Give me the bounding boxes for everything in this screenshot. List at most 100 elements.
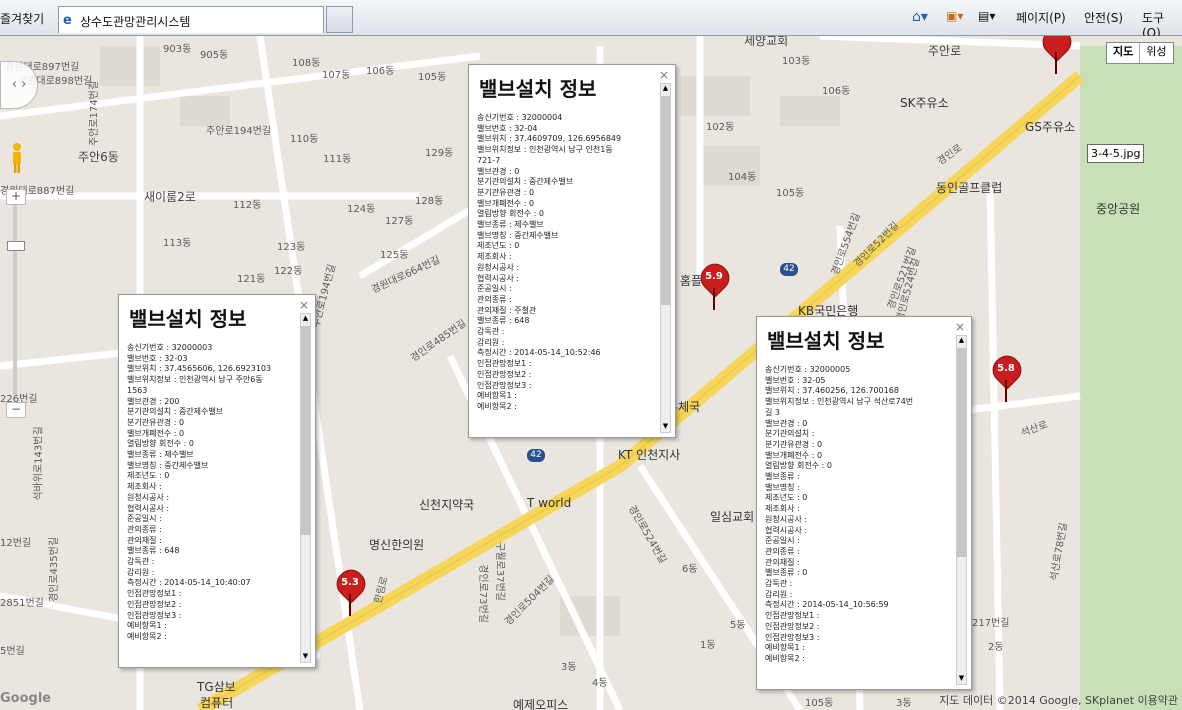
info-window-line: 밸브위치정보 : 인천광역시 남구 주안6동	[127, 375, 263, 385]
map-label: 12번길	[0, 538, 32, 549]
map-label: 103동	[782, 56, 811, 67]
close-icon[interactable]: ×	[299, 298, 309, 312]
info-window-line: 밸브종류 : 0	[765, 568, 808, 578]
info-window-line: 분기관의설치 : 중간제수밸브	[477, 177, 574, 187]
map-label: 124동	[347, 204, 376, 215]
safety-menu[interactable]: 안전(S)	[1084, 9, 1123, 26]
map-label: 111동	[323, 154, 352, 165]
map-label: 예제오피스	[513, 698, 569, 710]
info-window-line: 예비항목1 :	[765, 643, 805, 653]
map-label: 신천지약국	[419, 498, 475, 512]
map-label: 5동	[730, 620, 746, 631]
info-window-line: 준공일시 :	[477, 284, 512, 294]
map-label: 107동	[322, 70, 351, 81]
close-icon[interactable]: ×	[955, 320, 965, 334]
info-window-line: 원청시공사 :	[477, 262, 520, 272]
info-window-line: 밸브종류 : 제수밸브	[127, 450, 194, 460]
info-window-line: 밸브개폐전수 : 0	[127, 428, 185, 438]
map-label: 128동	[415, 196, 444, 207]
info-window-line: 예비항목2 :	[477, 401, 517, 411]
map-label: 주안6동	[78, 150, 119, 164]
browser-tab[interactable]: e 상수도관망관리시스템	[58, 6, 324, 33]
info-window-line: 1563	[127, 385, 148, 395]
new-tab-button[interactable]	[326, 6, 353, 33]
info-window-scrollbar[interactable]: ▲ ▼	[956, 335, 967, 685]
map-type-control: 지도 위성	[1106, 42, 1174, 64]
info-window-line: 밸브번호 : 32-03	[127, 353, 188, 363]
zoom-in-button[interactable]: +	[6, 189, 26, 205]
info-window-line: 밸브위치 : 37.4609709, 126.6956849	[477, 134, 622, 144]
valve-marker-label: 5.8	[997, 363, 1015, 374]
valve-marker[interactable]: 5.8	[987, 350, 1027, 404]
info-window-line: 인접관망정보1 :	[127, 589, 182, 599]
info-window-line: 감독관 :	[127, 557, 155, 567]
map-label: 경인로73번길	[476, 564, 488, 623]
info-window-line: 밸브위치 : 37.460256, 126.700168	[765, 386, 899, 396]
info-window-line: 밸브명칭 : 중간제수밸브	[477, 230, 559, 240]
zoom-slider-thumb[interactable]	[7, 241, 25, 251]
map-label: 129동	[425, 148, 454, 159]
info-window-line: 밸브개폐전수 : 0	[477, 198, 535, 208]
zoom-slider-track[interactable]	[13, 205, 17, 395]
info-window-line: 감리원 :	[765, 589, 793, 599]
info-window-line: 제조년도 : 0	[127, 471, 170, 481]
map-label: 주안로	[928, 44, 962, 58]
valve-marker[interactable]	[1037, 36, 1077, 76]
print-icon[interactable]: ▤▾	[978, 9, 995, 23]
info-window-line: 준공일시 :	[127, 514, 162, 524]
info-window-line: 분기관유관경 : 0	[477, 187, 535, 197]
info-window-line: 관의종류 :	[477, 294, 512, 304]
info-window-line: 밸브관경 : 0	[765, 418, 808, 428]
valve-info-window: × 밸브설치 정보 송신기번호 : 32000003 밸브번호 : 32-03 밸브…	[118, 294, 316, 668]
info-window-line: 원청시공사 :	[127, 492, 170, 502]
info-window-line: 밸브종류 : 648	[127, 546, 180, 556]
valve-info-window: × 밸브설치 정보 송신기번호 : 32000005 밸브번호 : 32-05 밸브…	[756, 316, 972, 690]
map-label: 125동	[380, 250, 409, 261]
map-label: 122동	[274, 266, 303, 277]
info-window-line: 관의종류 :	[127, 524, 162, 534]
map-label: 104동	[728, 172, 757, 183]
terms-link[interactable]: 이용약관	[1138, 694, 1178, 707]
zoom-out-button[interactable]: −	[6, 402, 26, 418]
info-window-line: 인접관망정보3 :	[477, 380, 532, 390]
info-window-body: 송신기번호 : 32000004 밸브번호 : 32-04 밸브위치 : 37.46…	[477, 113, 655, 413]
ie-logo-icon: e	[63, 13, 72, 28]
map-label: 구월로37번길	[493, 542, 505, 601]
valve-marker[interactable]: 5.3	[331, 564, 371, 618]
page-menu[interactable]: 페이지(P)	[1016, 9, 1066, 26]
pegman-icon[interactable]	[10, 142, 24, 174]
map-label: 1동	[700, 640, 716, 651]
map-type-satellite-button[interactable]: 위성	[1140, 43, 1172, 63]
info-window-line: 관의재질 :	[127, 535, 162, 545]
map-canvas[interactable]: 903동 905동 경원대로897번길 경원대로898번길 108동 107동 …	[0, 36, 1182, 710]
info-window-line: 인접관망정보1 :	[765, 611, 820, 621]
map-label: 113동	[163, 238, 192, 249]
close-icon[interactable]: ×	[659, 68, 669, 82]
map-label: 903동	[163, 44, 192, 55]
home-icon[interactable]: ⌂▾	[912, 9, 928, 25]
tab-title: 상수도관망관리시스템	[80, 15, 191, 29]
map-label: 127동	[385, 216, 414, 227]
route-42-shield: 42	[527, 449, 545, 462]
info-window-line: 밸브번호 : 32-04	[477, 123, 538, 133]
info-window-line: 인접관망정보3 :	[765, 632, 820, 642]
info-window-line: 예비항목1 :	[477, 391, 517, 401]
info-window-line: 송신기번호 : 32000005	[765, 365, 851, 374]
info-window-line: 감독관 :	[765, 579, 793, 589]
valve-marker[interactable]: 5.9	[695, 258, 735, 312]
favorites-button[interactable]: 즐겨찾기	[0, 10, 44, 27]
info-window-line: 감독관 :	[477, 327, 505, 337]
info-window-scrollbar[interactable]: ▲ ▼	[300, 313, 311, 663]
info-window-line: 원청시공사 :	[765, 514, 808, 524]
map-label: 주안로174번길	[89, 80, 101, 147]
info-window-scrollbar[interactable]: ▲ ▼	[660, 83, 671, 433]
info-window-line: 측정시간 : 2014-05-14_10:52:46	[477, 348, 601, 358]
info-window-line: 협력시공사 :	[127, 503, 170, 513]
info-window-line: 협력시공사 :	[765, 525, 808, 535]
feeds-icon[interactable]: ▣▾	[946, 9, 963, 23]
map-type-map-button[interactable]: 지도	[1107, 43, 1141, 63]
info-window-line: 인접관망정보2 :	[127, 599, 182, 609]
info-window-line: 송신기번호 : 32000003	[127, 343, 213, 352]
info-window-line: 인접관망정보2 :	[765, 621, 820, 631]
map-label: 217번길	[972, 618, 1010, 629]
